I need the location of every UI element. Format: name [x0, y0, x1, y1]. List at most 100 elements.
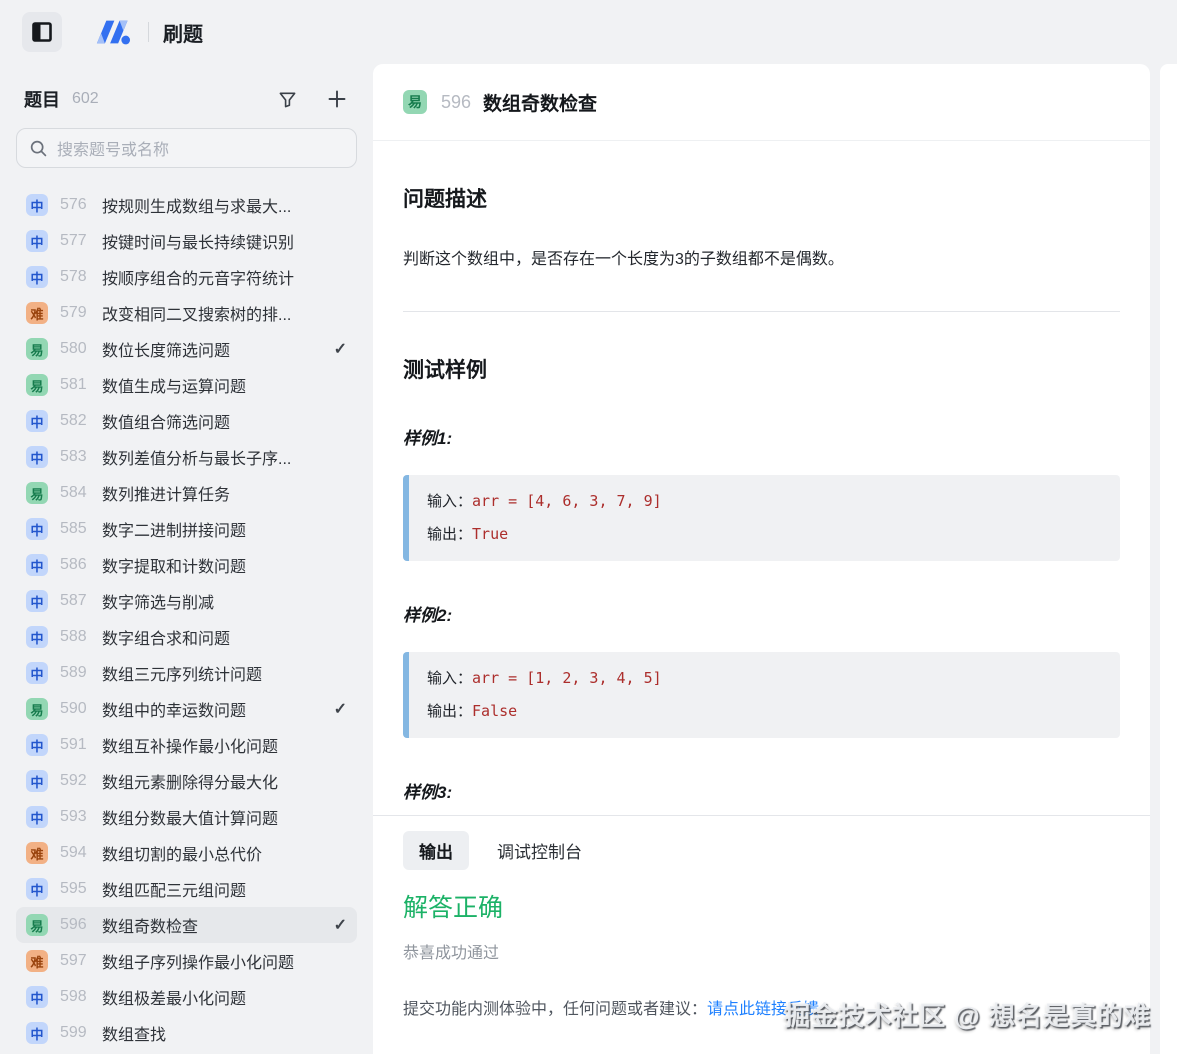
code-line: 输入：arr = [4, 6, 3, 7, 9] [427, 485, 1102, 518]
problem-title: 数组互补操作最小化问题 [102, 733, 278, 757]
problem-id: 596 [60, 916, 96, 934]
problem-list-item[interactable]: 中589数组三元序列统计问题 [16, 655, 357, 691]
description-text: 判断这个数组中，是否存在一个长度为3的子数组都不是偶数。 [403, 247, 1120, 273]
problem-list-item[interactable]: 中588数字组合求和问题 [16, 619, 357, 655]
problem-list-item[interactable]: 易584数列推进计算任务 [16, 475, 357, 511]
problem-list-item[interactable]: 中582数值组合筛选问题 [16, 403, 357, 439]
problem-id: 587 [60, 592, 96, 610]
problem-title: 数组中的幸运数问题 [102, 697, 246, 721]
problem-title: 按键时间与最长持续键识别 [102, 229, 294, 253]
problem-list-item[interactable]: 中 585 数字二进制拼接问题 [16, 511, 357, 547]
tab-debug-console[interactable]: 调试控制台 [497, 831, 582, 870]
problem-list-item[interactable]: 中578按顺序组合的元音字符统计 [16, 259, 357, 295]
topbar-divider [148, 22, 149, 42]
problem-id: 590 [60, 700, 96, 718]
difficulty-badge: 中 [26, 662, 48, 684]
problem-list-item[interactable]: 中577按键时间与最长持续键识别 [16, 223, 357, 259]
io-label: 输出： [427, 525, 472, 543]
problem-list-item[interactable]: 中 587 数字筛选与削减 [16, 583, 357, 619]
problem-list: 中576按规则生成数组与求最大...中577按键时间与最长持续键识别中578按顺… [0, 187, 373, 1051]
add-problem-icon[interactable] [327, 89, 347, 109]
difficulty-badge: 中 [26, 266, 48, 288]
problem-list-item[interactable]: 中583数列差值分析与最长子序... [16, 439, 357, 475]
problem-list-item[interactable]: 中595数组匹配三元组问题 [16, 871, 357, 907]
topbar: 刷题 [0, 0, 1177, 64]
problem-list-item[interactable]: 中599数组查找 [16, 1015, 357, 1051]
code-line: 输入：arr = [1, 2, 3, 4, 5] [427, 662, 1102, 695]
difficulty-badge: 易 [26, 698, 48, 720]
difficulty-badge: 易 [26, 374, 48, 396]
example-code-block: 输入：arr = [1, 2, 3, 4, 5]输出：False [403, 652, 1120, 738]
problem-list-item[interactable]: 中586数字提取和计数问题 [16, 547, 357, 583]
example-label: 样例3: [403, 778, 1120, 803]
difficulty-badge: 中 [26, 626, 48, 648]
problem-id: 585 [60, 520, 96, 538]
problem-title: 数组查找 [102, 1021, 166, 1045]
problem-list-item[interactable]: 中598数组极差最小化问题 [16, 979, 357, 1015]
problem-id: 584 [60, 484, 96, 502]
problem-list-item[interactable]: 易596数组奇数检查✓ [16, 907, 357, 943]
feedback-text: 提交功能内测体验中，任何问题或者建议：请点此链接反馈 [403, 995, 1120, 1019]
problem-title: 数值组合筛选问题 [102, 409, 230, 433]
io-label: 输出： [427, 702, 472, 720]
problem-list-item[interactable]: 中 591 数组互补操作最小化问题 [16, 727, 357, 763]
problem-list-item[interactable]: 易 590 数组中的幸运数问题 ✓ [16, 691, 357, 727]
problem-title: 数值生成与运算问题 [102, 373, 246, 397]
io-label: 输入： [427, 669, 472, 687]
sidebar-toggle-button[interactable] [22, 12, 62, 52]
problem-title: 数组子序列操作最小化问题 [102, 949, 294, 973]
section-divider [403, 311, 1120, 312]
difficulty-badge: 中 [26, 590, 48, 612]
result-status: 解答正确 [403, 888, 1120, 924]
difficulty-badge: 中 [26, 806, 48, 828]
code-text: arr = [1, 2, 3, 4, 5] [472, 669, 662, 687]
app-logo-icon[interactable] [88, 15, 136, 49]
problem-id: 579 [60, 304, 96, 322]
check-icon: ✓ [328, 339, 347, 359]
problem-list-item[interactable]: 难597数组子序列操作最小化问题 [16, 943, 357, 979]
problem-list-item[interactable]: 难594数组切割的最小总代价 [16, 835, 357, 871]
io-label: 输入： [427, 492, 472, 510]
problem-title: 数组奇数检查 [102, 913, 198, 937]
panel-gap [1150, 64, 1160, 1054]
difficulty-badge: 难 [26, 950, 48, 972]
difficulty-badge: 难 [26, 842, 48, 864]
problem-id: 591 [60, 736, 96, 754]
search-input[interactable]: 搜索题号或名称 [16, 128, 357, 168]
code-text: True [472, 525, 508, 543]
problem-id: 595 [60, 880, 96, 898]
problem-title: 数字筛选与削减 [102, 589, 214, 613]
problem-list-item[interactable]: 易580数位长度筛选问题✓ [16, 331, 357, 367]
check-icon: ✓ [328, 915, 347, 935]
tab-output[interactable]: 输出 [403, 831, 469, 870]
difficulty-badge: 中 [26, 554, 48, 576]
difficulty-badge: 易 [26, 482, 48, 504]
problem-id: 577 [60, 232, 96, 250]
problem-title: 数字二进制拼接问题 [102, 517, 246, 541]
problem-list-item[interactable]: 中576按规则生成数组与求最大... [16, 187, 357, 223]
problem-title: 按规则生成数组与求最大... [102, 193, 291, 217]
right-panel-edge [1160, 64, 1177, 1054]
problem-title: 数列差值分析与最长子序... [102, 445, 291, 469]
examples-container: 样例1:输入：arr = [4, 6, 3, 7, 9]输出：True样例2:输… [403, 424, 1120, 815]
problem-id: 588 [60, 628, 96, 646]
problem-list-item[interactable]: 中592数组元素删除得分最大化 [16, 763, 357, 799]
difficulty-badge: 中 [26, 410, 48, 432]
problem-list-item[interactable]: 中593数组分数最大值计算问题 [16, 799, 357, 835]
problem-list-item[interactable]: 难579改变相同二叉搜索树的排... [16, 295, 357, 331]
difficulty-badge: 中 [26, 734, 48, 756]
difficulty-badge: 易 [26, 338, 48, 360]
filter-icon[interactable] [278, 90, 297, 109]
result-message: 恭喜成功通过 [403, 939, 1120, 963]
sidebar-header: 题目 602 [0, 64, 373, 112]
difficulty-badge: 易 [403, 90, 427, 114]
code-line: 输出：True [427, 518, 1102, 551]
difficulty-badge: 中 [26, 518, 48, 540]
difficulty-badge: 中 [26, 194, 48, 216]
feedback-link[interactable]: 请点此链接反馈 [707, 1001, 819, 1018]
check-icon: ✓ [328, 699, 347, 719]
problem-id: 583 [60, 448, 96, 466]
problem-title: 按顺序组合的元音字符统计 [102, 265, 294, 289]
problems-label: 题目 [24, 86, 60, 112]
problem-list-item[interactable]: 易581数值生成与运算问题 [16, 367, 357, 403]
